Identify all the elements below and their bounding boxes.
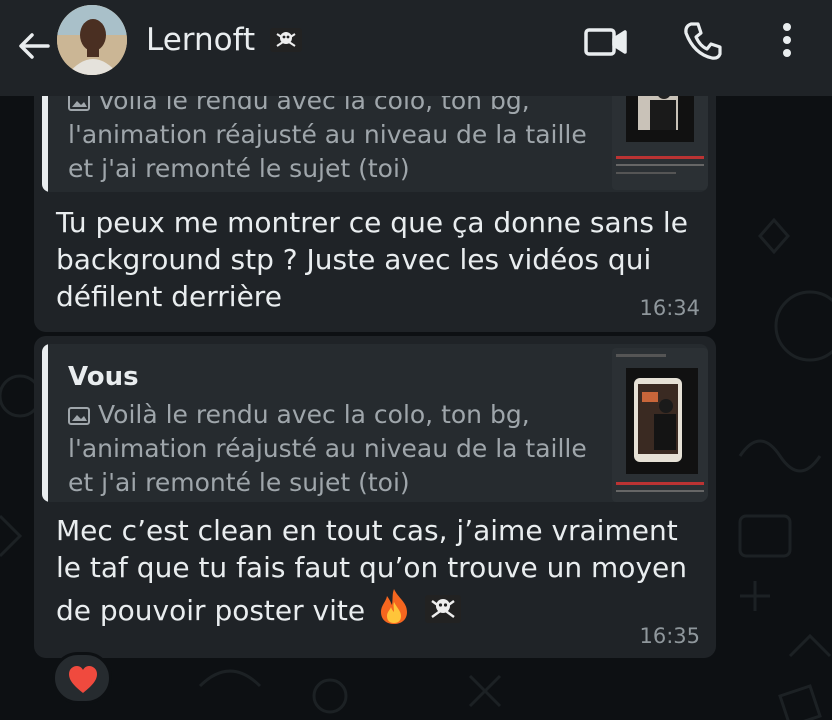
message-text-content: Mec c’est clean en tout cas, j’aime vrai…	[56, 514, 687, 627]
heart-icon	[69, 666, 97, 693]
quoted-text: Voilà le rendu avec la colo, ton bg, l'a…	[68, 84, 588, 186]
message-text: Mec c’est clean en tout cas, j’aime vrai…	[56, 512, 696, 629]
message-bubble[interactable]: Voilà le rendu avec la colo, ton bg, l'a…	[34, 70, 716, 332]
message-text: Tu peux me montrer ce que ça donne sans …	[56, 206, 688, 313]
contact-name[interactable]: Lernoft	[146, 20, 255, 60]
quoted-reply[interactable]: Vous Voilà le rendu avec la colo, ton bg…	[42, 344, 708, 502]
message-bubble[interactable]: Vous Voilà le rendu avec la colo, ton bg…	[34, 336, 716, 658]
quoted-text-content: Voilà le rendu avec la colo, ton bg, l'a…	[68, 400, 587, 497]
reaction-badge[interactable]	[52, 652, 112, 704]
contact-avatar[interactable]	[57, 5, 127, 75]
more-options-icon[interactable]	[772, 18, 802, 62]
quoted-text-content: Voilà le rendu avec la colo, ton bg, l'a…	[68, 86, 587, 183]
photo-icon	[68, 407, 90, 425]
pirate-flag-emoji-icon	[424, 595, 461, 623]
message-timestamp: 16:35	[639, 624, 700, 648]
quote-accent-bar	[42, 344, 48, 502]
message-timestamp: 16:34	[639, 296, 700, 320]
video-call-icon[interactable]	[583, 24, 629, 60]
quoted-author: Vous	[68, 362, 139, 392]
fire-emoji-icon	[381, 589, 408, 624]
chat-header: Lernoft	[0, 0, 832, 96]
quoted-image-thumbnail	[612, 348, 708, 502]
quoted-text: Voilà le rendu avec la colo, ton bg, l'a…	[68, 398, 588, 500]
pirate-flag-emoji-icon	[270, 28, 302, 52]
avatar-photo	[57, 5, 127, 75]
voice-call-icon[interactable]	[682, 20, 724, 62]
back-arrow-icon[interactable]	[14, 26, 54, 66]
